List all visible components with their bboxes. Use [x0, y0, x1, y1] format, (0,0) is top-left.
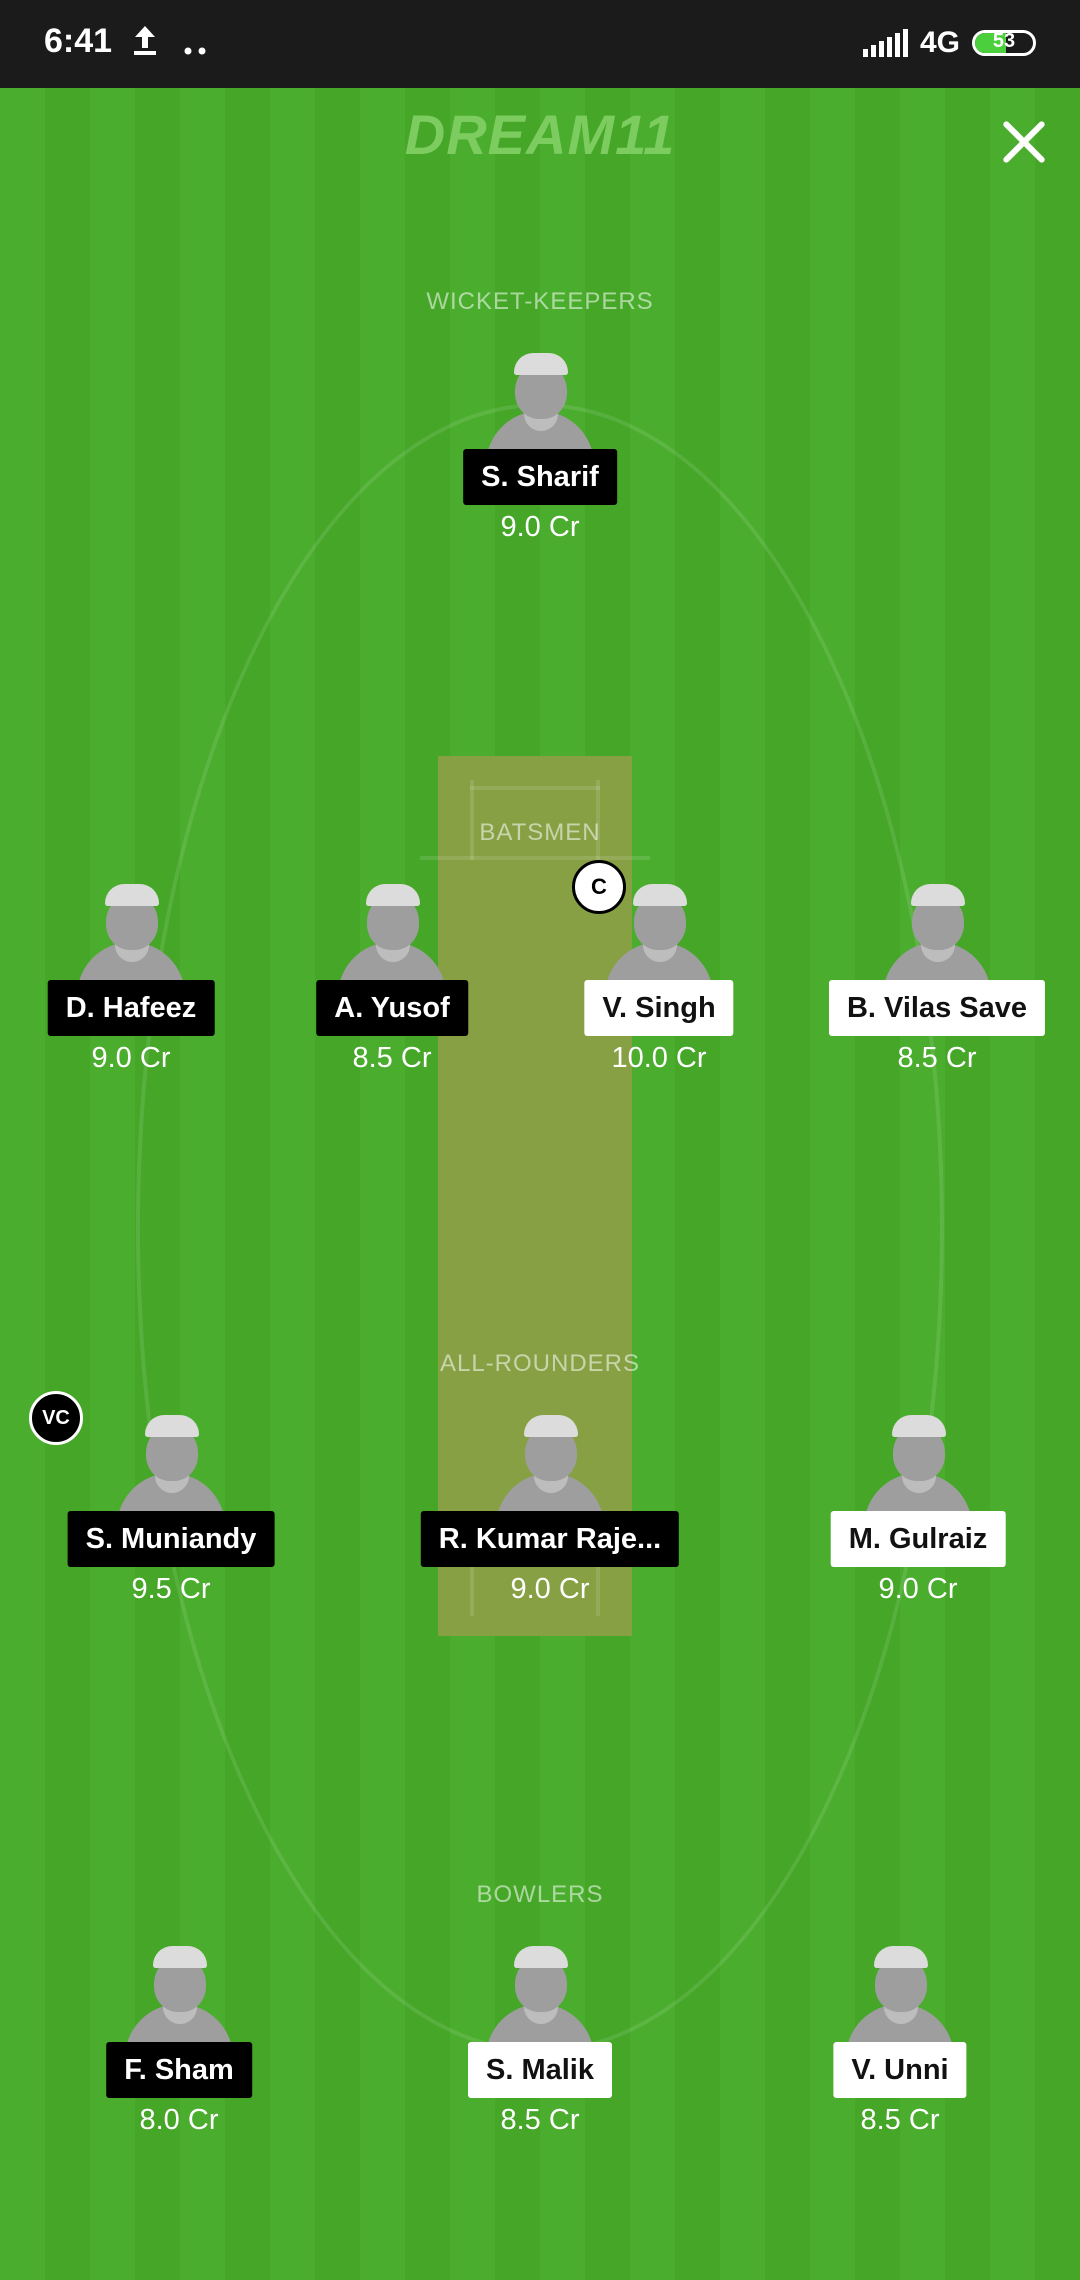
player-card[interactable]: B. Vilas Save 8.5 Cr [827, 884, 1047, 1104]
player-name: B. Vilas Save [828, 980, 1046, 1036]
player-card[interactable]: A. Yusof 8.5 Cr [282, 884, 502, 1104]
section-batsmen: BATSMEN [479, 819, 601, 846]
player-credits: 8.5 Cr [500, 2104, 580, 2136]
player-name: V. Unni [833, 2042, 967, 2098]
player-card[interactable]: D. Hafeez 9.0 Cr [21, 884, 241, 1104]
player-credits: 8.5 Cr [897, 1042, 977, 1074]
player-card[interactable]: F. Sham 8.0 Cr [69, 1946, 289, 2166]
signal-icon [862, 29, 908, 57]
player-credits: 9.0 Cr [91, 1042, 171, 1074]
player-name: A. Yusof [316, 980, 468, 1036]
player-name: S. Muniandy [67, 1511, 275, 1567]
player-card[interactable]: R. Kumar Raje... 9.0 Cr [420, 1415, 680, 1635]
player-name: V. Singh [584, 980, 734, 1036]
player-avatar-icon [480, 353, 600, 449]
player-card[interactable]: V. Singh 10.0 Cr C [549, 860, 769, 1104]
section-all-rounders: ALL-ROUNDERS [439, 1350, 641, 1377]
cricket-field: DREAM11 WICKET-KEEPERS BATSMEN ALL-ROUND… [0, 88, 1080, 2280]
player-credits: 9.5 Cr [131, 1573, 211, 1605]
player-card[interactable]: V. Unni 8.5 Cr [790, 1946, 1010, 2166]
upload-icon [132, 26, 166, 63]
section-bowlers: BOWLERS [476, 1881, 604, 1908]
player-credits: 8.5 Cr [860, 2104, 940, 2136]
status-left-icons [132, 24, 208, 64]
status-time: 6:41 [44, 22, 113, 60]
more-dots-icon [184, 30, 208, 63]
player-avatar-icon [840, 1946, 960, 2042]
status-right: 4G 53 [862, 20, 1036, 66]
player-credits: 9.0 Cr [878, 1573, 958, 1605]
player-name: S. Malik [468, 2042, 612, 2098]
player-avatar-icon [119, 1946, 239, 2042]
player-credits: 9.0 Cr [500, 511, 580, 543]
player-avatar-icon [111, 1415, 231, 1511]
player-avatar-icon [858, 1415, 978, 1511]
battery-icon: 53 [972, 30, 1036, 56]
dream11-logo: DREAM11 [404, 103, 676, 166]
close-icon[interactable] [990, 108, 1060, 178]
section-wicket-keepers: WICKET-KEEPERS [426, 288, 654, 315]
crease-line [420, 856, 650, 860]
player-name: F. Sham [106, 2042, 252, 2098]
player-avatar-icon [71, 884, 191, 980]
crease-line [470, 786, 600, 790]
player-name: R. Kumar Raje... [420, 1511, 680, 1567]
player-name: D. Hafeez [47, 980, 215, 1036]
player-credits: 9.0 Cr [510, 1573, 590, 1605]
vice-captain-badge: VC [29, 1391, 83, 1445]
player-name: M. Gulraiz [830, 1511, 1006, 1567]
player-credits: 8.0 Cr [139, 2104, 219, 2136]
player-card[interactable]: S. Muniandy 9.5 Cr VC [29, 1391, 281, 1635]
captain-badge: C [572, 860, 626, 914]
player-credits: 10.0 Cr [611, 1042, 707, 1074]
status-bar: 6:41 4G 53 [0, 0, 1080, 88]
player-avatar-icon [877, 884, 997, 980]
network-type: 4G [919, 26, 960, 59]
player-card[interactable]: S. Sharif 9.0 Cr [430, 353, 650, 573]
player-name: S. Sharif [463, 449, 617, 505]
player-credits: 8.5 Cr [352, 1042, 432, 1074]
battery-level: 53 [992, 30, 1016, 52]
player-card[interactable]: M. Gulraiz 9.0 Cr [808, 1415, 1028, 1635]
player-avatar-icon [332, 884, 452, 980]
player-avatar-icon [480, 1946, 600, 2042]
player-avatar-icon [490, 1415, 610, 1511]
player-card[interactable]: S. Malik 8.5 Cr [430, 1946, 650, 2166]
